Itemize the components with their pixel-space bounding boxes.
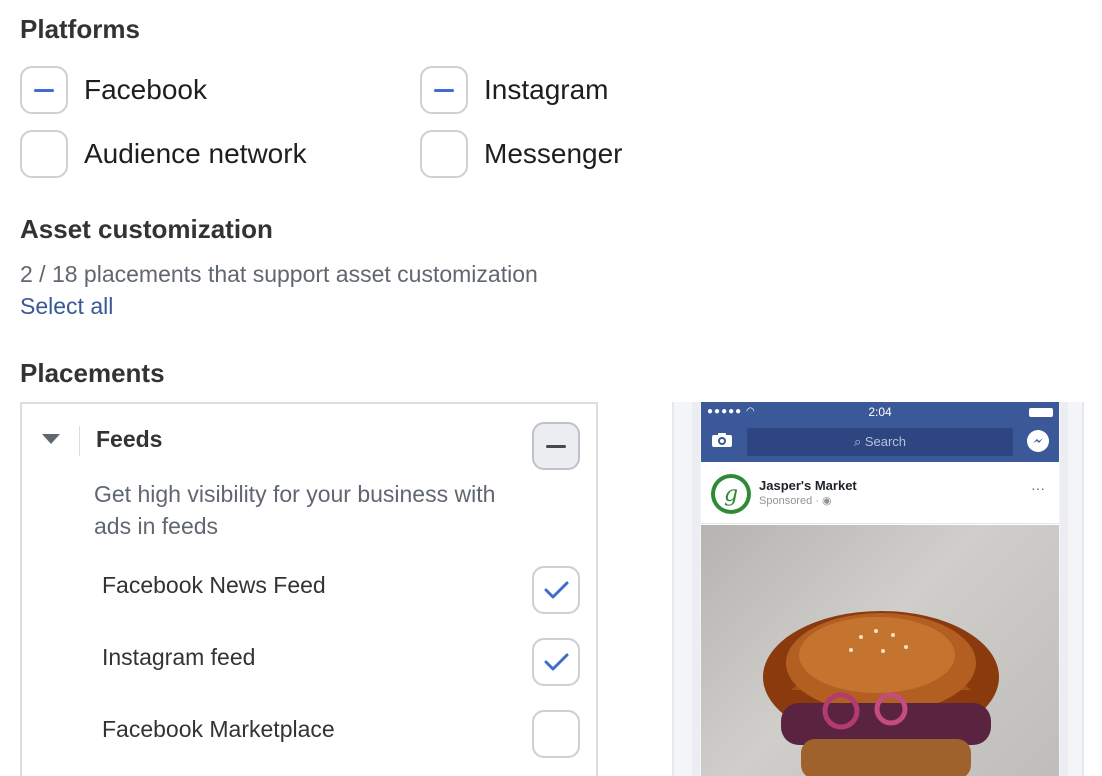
page-name: Jasper's Market	[759, 478, 857, 493]
battery-icon	[1029, 408, 1053, 417]
feeds-group-description: Get high visibility for your business wi…	[94, 481, 496, 539]
placement-label-instagram-feed: Instagram feed	[102, 644, 256, 670]
facebook-app-bar: ●●●●● ◠ 2:04 ⌕ Search	[701, 402, 1059, 462]
audience-network-label: Audience network	[84, 138, 307, 169]
placements-panel: Feeds Get high visibility for your busin…	[20, 402, 598, 776]
collapse-caret-icon[interactable]	[42, 434, 60, 444]
asset-customization-summary: 2 / 18 placements that support asset cus…	[20, 261, 538, 287]
preview-search-bar: ⌕ Search	[747, 428, 1013, 456]
phone-bezel-right	[1060, 402, 1068, 776]
facebook-checkbox[interactable]	[20, 66, 68, 114]
facebook-label: Facebook	[84, 74, 207, 105]
phone-bezel-left	[692, 402, 700, 776]
placements-heading: Placements	[20, 358, 165, 388]
sponsored-label: Sponsored · ◉	[759, 494, 832, 507]
burger-image	[763, 611, 999, 776]
checkmark-icon	[544, 653, 569, 671]
status-time: 2:04	[868, 405, 892, 419]
platforms-heading: Platforms	[20, 14, 140, 44]
feeds-group-title: Feeds	[96, 426, 163, 452]
phone-screen: ●●●●● ◠ 2:04 ⌕ Search g Jasper's Market …	[701, 402, 1059, 776]
checkmark-icon	[544, 581, 569, 599]
instagram-feed-checkbox[interactable]	[532, 638, 580, 686]
facebook-marketplace-checkbox[interactable]	[532, 710, 580, 758]
ad-image	[701, 525, 1059, 776]
feeds-group-checkbox[interactable]	[532, 422, 580, 470]
ad-preview-phone: ●●●●● ◠ 2:04 ⌕ Search g Jasper's Market …	[672, 402, 1084, 776]
page-logo-letter: g	[723, 482, 739, 507]
messenger-icon	[1027, 430, 1049, 452]
instagram-label: Instagram	[484, 74, 609, 105]
messenger-label: Messenger	[484, 138, 623, 169]
placement-label-facebook-news-feed: Facebook News Feed	[102, 572, 326, 598]
post-header: g Jasper's Market Sponsored · ◉ ···	[701, 462, 1059, 524]
placement-label-facebook-marketplace: Facebook Marketplace	[102, 716, 335, 742]
audience-network-checkbox[interactable]	[20, 130, 68, 178]
sponsored-text: Sponsored ·	[759, 495, 822, 507]
select-all-link[interactable]: Select all	[20, 293, 113, 320]
more-options-icon: ···	[1031, 480, 1045, 496]
search-icon: ⌕	[853, 434, 862, 449]
preview-search-placeholder: Search	[864, 434, 907, 449]
globe-icon: ◉	[821, 495, 832, 507]
camera-icon	[712, 433, 732, 447]
instagram-checkbox[interactable]	[420, 66, 468, 114]
asset-customization-heading: Asset customization	[20, 214, 273, 244]
status-bar: ●●●●● ◠ 2:04	[701, 404, 1059, 420]
facebook-news-feed-checkbox[interactable]	[532, 566, 580, 614]
page-logo: g	[711, 474, 751, 514]
messenger-checkbox[interactable]	[420, 130, 468, 178]
divider	[79, 426, 80, 456]
